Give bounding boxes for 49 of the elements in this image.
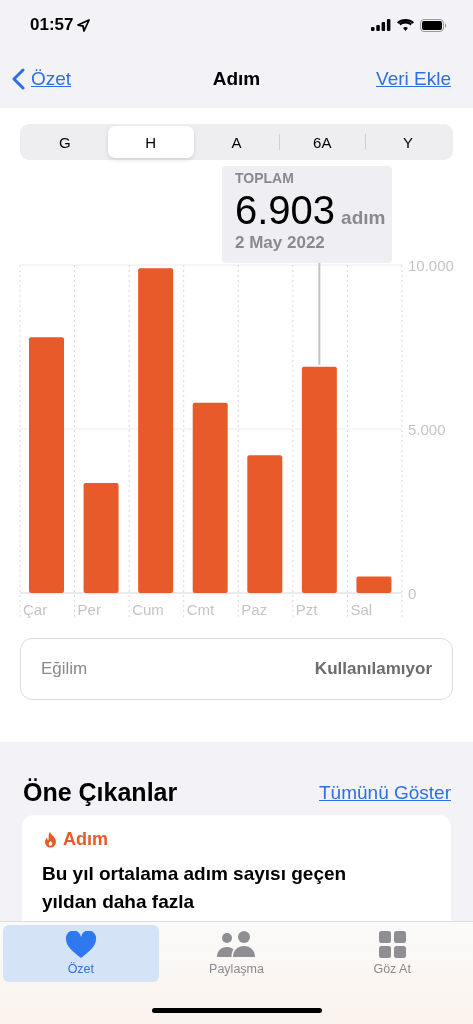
tab-bar-item[interactable]: Özet bbox=[3, 925, 159, 982]
total-value: 6.903 bbox=[235, 188, 336, 232]
flame-icon bbox=[44, 831, 57, 848]
segment-tab[interactable]: Y bbox=[365, 126, 451, 158]
unit-label: adım bbox=[341, 207, 386, 229]
x-axis-label: Paz bbox=[241, 601, 268, 618]
tab-bar-item[interactable]: Paylaşma bbox=[158, 925, 315, 982]
add-data-link[interactable]: Veri Ekle bbox=[376, 68, 451, 90]
section-title: Öne Çıkanlar bbox=[23, 778, 178, 807]
x-axis-label: Sal bbox=[350, 601, 373, 618]
y-axis-label: 10.000 bbox=[408, 257, 454, 274]
trend-value: Kullanılamıyor bbox=[314, 659, 432, 679]
category-label: Adım bbox=[63, 829, 108, 850]
y-axis-label: 0 bbox=[408, 585, 417, 602]
trend-label: Eğilim bbox=[41, 659, 88, 679]
chevron-left-icon bbox=[12, 68, 25, 90]
back-button[interactable]: Özet bbox=[12, 68, 72, 90]
people-icon bbox=[216, 931, 257, 958]
x-axis-label: Pzt bbox=[295, 601, 318, 618]
time: 01:57 bbox=[30, 15, 74, 35]
battery-icon bbox=[420, 18, 447, 32]
grid-icon bbox=[378, 931, 406, 958]
trend-row[interactable]: Eğilim Kullanılamıyor bbox=[20, 638, 453, 700]
bar[interactable] bbox=[301, 366, 337, 593]
heart-icon bbox=[65, 931, 96, 958]
segment-tab[interactable]: G bbox=[22, 126, 108, 158]
segment-tab[interactable]: 6A bbox=[279, 126, 366, 158]
x-axis-label: Per bbox=[77, 601, 101, 618]
bar[interactable] bbox=[247, 455, 283, 593]
x-axis-label: Çar bbox=[23, 601, 48, 618]
signal-icon bbox=[371, 19, 391, 31]
highlight-card[interactable]: Adım Bu yıl ortalama adım sayısı geçen yıldan daha fazla bbox=[22, 815, 451, 921]
y-axis-label: 5.000 bbox=[408, 421, 446, 438]
bar[interactable] bbox=[192, 402, 228, 593]
segment-tab[interactable]: A bbox=[193, 126, 280, 158]
bar[interactable] bbox=[356, 576, 392, 593]
location-arrow-icon bbox=[77, 18, 91, 32]
page-title: Adım bbox=[212, 68, 261, 89]
tooltip-date: 2 May 2022 bbox=[235, 233, 325, 253]
tab-bar-item[interactable]: Göz At bbox=[314, 925, 470, 982]
x-axis-label: Cum bbox=[132, 601, 164, 618]
tooltip-label: TOPLAM bbox=[235, 170, 294, 186]
bar[interactable] bbox=[138, 268, 174, 593]
wifi-icon bbox=[397, 19, 414, 31]
show-all-link[interactable]: Tümünü Göster bbox=[319, 781, 451, 804]
bar[interactable] bbox=[83, 483, 119, 593]
highlight-text: Bu yıl ortalama adım sayısı geçen yıldan daha fazla bbox=[42, 862, 348, 914]
x-axis-label: Cmt bbox=[186, 601, 215, 618]
segment-tab[interactable]: H bbox=[107, 126, 194, 158]
